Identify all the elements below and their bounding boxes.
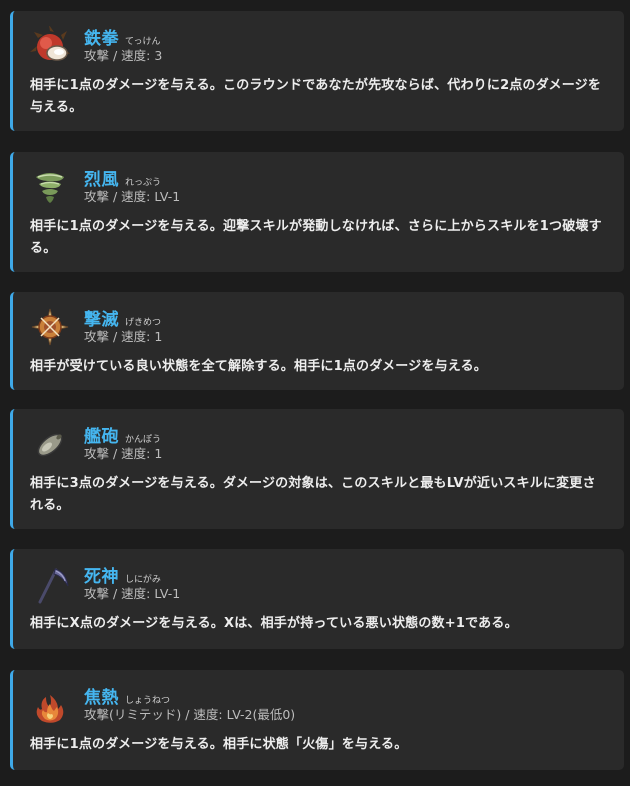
iron-fist-icon (30, 26, 70, 66)
skill-meta: 攻撃 / 速度: 1 (84, 328, 163, 344)
skill-card: 死神 しにがみ 攻撃 / 速度: LV-1 相手にX点のダメージを与える。Xは、… (10, 549, 624, 649)
skill-description: 相手にX点のダメージを与える。Xは、相手が持っている悪い状態の数+1である。 (30, 616, 518, 631)
skill-header: 焦熱 しょうねつ 攻撃(リミテッド) / 速度: LV-2(最低0) (30, 685, 295, 725)
cannon-shell-icon (30, 424, 70, 464)
scythe-icon (30, 564, 70, 604)
skill-description: 相手に3点のダメージを与える。ダメージの対象は、このスキルと最もLVが近いスキル… (30, 476, 596, 513)
skill-header: 艦砲 かんぽう 攻撃 / 速度: 1 (30, 424, 162, 464)
skill-meta: 攻撃 / 速度: LV-1 (84, 585, 181, 601)
skill-card: 鉄拳 てっけん 攻撃 / 速度: 3 相手に1点のダメージを与える。このラウンド… (10, 11, 624, 131)
skill-description: 相手に1点のダメージを与える。相手に状態「火傷」を与える。 (30, 737, 408, 752)
skill-name: 死神 (84, 566, 119, 587)
skill-name: 鉄拳 (84, 28, 119, 49)
whirlwind-icon (30, 167, 70, 207)
skill-name: 烈風 (84, 169, 119, 190)
skill-meta: 攻撃 / 速度: 1 (84, 445, 163, 461)
skill-meta: 攻撃 / 速度: LV-1 (84, 188, 181, 204)
skill-name: 焦熱 (84, 687, 119, 708)
skill-list: 鉄拳 てっけん 攻撃 / 速度: 3 相手に1点のダメージを与える。このラウンド… (0, 0, 630, 786)
skill-description: 相手に1点のダメージを与える。迎撃スキルが発動しなければ、さらに上からスキルを1… (30, 219, 602, 256)
skill-header: 死神 しにがみ 攻撃 / 速度: LV-1 (30, 564, 180, 604)
skill-meta: 攻撃 / 速度: 3 (84, 47, 163, 63)
skill-card: 艦砲 かんぽう 攻撃 / 速度: 1 相手に3点のダメージを与える。ダメージの対… (10, 409, 624, 529)
skill-name: 艦砲 (84, 426, 119, 447)
skill-header: 烈風 れっぷう 攻撃 / 速度: LV-1 (30, 167, 180, 207)
skill-description: 相手に1点のダメージを与える。このラウンドであなたが先攻ならば、代わりに2点のダ… (30, 78, 602, 115)
skill-card: 撃滅 げきめつ 攻撃 / 速度: 1 相手が受けている良い状態を全て解除する。相… (10, 292, 624, 390)
skill-name: 撃滅 (84, 309, 119, 330)
shattered-target-icon (30, 307, 70, 347)
skill-card: 烈風 れっぷう 攻撃 / 速度: LV-1 相手に1点のダメージを与える。迎撃ス… (10, 152, 624, 272)
skill-meta: 攻撃(リミテッド) / 速度: LV-2(最低0) (84, 706, 296, 722)
skill-card: 焦熱 しょうねつ 攻撃(リミテッド) / 速度: LV-2(最低0) 相手に1点… (10, 670, 624, 770)
skill-description: 相手が受けている良い状態を全て解除する。相手に1点のダメージを与える。 (30, 359, 488, 374)
skill-header: 撃滅 げきめつ 攻撃 / 速度: 1 (30, 307, 162, 347)
skill-header: 鉄拳 てっけん 攻撃 / 速度: 3 (30, 26, 162, 66)
flames-icon (30, 685, 70, 725)
